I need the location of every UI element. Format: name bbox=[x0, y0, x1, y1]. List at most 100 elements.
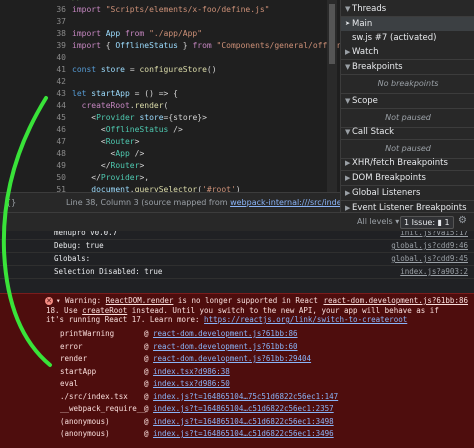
stack-function-name: __webpack_require__ bbox=[60, 404, 146, 413]
code-token: "Scripts/elements/x-foo/define.js" bbox=[105, 5, 270, 14]
console-source-link[interactable]: index.js?a903:2 bbox=[400, 266, 468, 278]
code-text: import { OfflineStatus } from "Component… bbox=[72, 40, 340, 52]
code-token: () bbox=[206, 65, 217, 74]
breakpoints-section[interactable]: ▼ Breakpoints bbox=[341, 60, 474, 75]
stack-source-link[interactable]: index.js?t=164865104…c51d6822c56ec1:3498 bbox=[153, 417, 334, 426]
line-number[interactable]: 43 bbox=[0, 88, 66, 100]
stack-source-link[interactable]: index.js?t=164865104…c51d6822c56ec1:2357 bbox=[153, 404, 334, 413]
global-listeners-section[interactable]: ▶ Global Listeners bbox=[341, 186, 474, 201]
line-number[interactable]: 38 bbox=[0, 28, 66, 40]
stack-function-name: eval bbox=[60, 379, 79, 388]
stack-source-link[interactable]: index.tsx?d986:50 bbox=[153, 379, 230, 388]
line-number[interactable]: 44 bbox=[0, 100, 66, 112]
line-number[interactable]: 46 bbox=[0, 124, 66, 136]
thread-sw[interactable]: sw.js #7 (activated) bbox=[341, 31, 474, 45]
console-row: Selection Disabled: true index.js?a903:2 bbox=[0, 266, 474, 279]
code-token: let bbox=[72, 89, 92, 98]
code-token: App bbox=[105, 29, 125, 38]
chevron-right-icon: ▶ bbox=[345, 48, 351, 56]
editor-status-bar: {} Line 38, Column 3 (source mapped from… bbox=[0, 192, 364, 213]
code-token: ( bbox=[163, 101, 169, 110]
at-sign: @ bbox=[144, 329, 154, 338]
xhr-breakpoints-section[interactable]: ▶ XHR/fetch Breakpoints bbox=[341, 156, 474, 171]
line-number[interactable]: 36 bbox=[0, 4, 66, 16]
chevron-down-icon: ▼ bbox=[345, 5, 351, 13]
at-sign: @ bbox=[144, 416, 154, 426]
stack-source-link[interactable]: react-dom.development.js?61bb:60 bbox=[153, 342, 298, 351]
line-number[interactable]: 42 bbox=[0, 76, 66, 88]
console-source-link[interactable]: global.js?cdd9:45 bbox=[391, 253, 468, 265]
at-sign: @ bbox=[144, 366, 154, 376]
watch-section[interactable]: ▶ Watch bbox=[341, 45, 474, 60]
code-line: 51 document.querySelector('#root') bbox=[0, 184, 340, 192]
code-token: App bbox=[115, 149, 135, 158]
line-number[interactable]: 45 bbox=[0, 112, 66, 124]
gear-icon[interactable]: ⚙ bbox=[458, 215, 467, 226]
debugger-sidebar: ▼ Threads ➤ Main sw.js #7 (activated) ▶ Wat… bbox=[340, 0, 474, 212]
code-line: 45 <Provider store={store}> bbox=[0, 112, 340, 124]
line-number[interactable]: 41 bbox=[0, 64, 66, 76]
code-token: querySelector bbox=[134, 185, 198, 192]
code-token: Router bbox=[110, 161, 140, 170]
stack-frame: printWarning @ react-dom.development.js?6… bbox=[60, 328, 298, 340]
console-row: menupro v0.0.7 init.js?va15:17 bbox=[0, 231, 474, 240]
code-token: = () => { bbox=[134, 89, 178, 98]
code-token: < bbox=[72, 137, 106, 146]
code-editor[interactable]: 35// CUSTOM ELEMENTS36import "Scripts/el… bbox=[0, 0, 340, 192]
stack-source-link[interactable]: index.js?t=164865104…75c51d6822c56ec1:14… bbox=[153, 392, 338, 401]
stack-source-link[interactable]: react-dom.development.js?61bb:29404 bbox=[153, 354, 311, 363]
line-number[interactable]: 39 bbox=[0, 40, 66, 52]
code-text: <Router> bbox=[72, 136, 140, 148]
code-token: { bbox=[105, 41, 116, 50]
code-token: /> bbox=[134, 149, 145, 158]
line-number[interactable]: 50 bbox=[0, 172, 66, 184]
code-token: < bbox=[72, 125, 106, 134]
editor-scroll-thumb[interactable] bbox=[329, 4, 335, 64]
code-token: // CUSTOM ELEMENTS bbox=[72, 0, 159, 2]
code-token: ) bbox=[235, 185, 241, 192]
console-source-link[interactable]: init.js?va15:17 bbox=[400, 231, 468, 239]
stack-source-link[interactable]: index.tsx?d986:38 bbox=[153, 367, 230, 376]
dom-breakpoints-section[interactable]: ▶ DOM Breakpoints bbox=[341, 171, 474, 186]
code-token: /> bbox=[173, 125, 183, 134]
code-line: 49 </Router> bbox=[0, 160, 340, 172]
line-number[interactable]: 47 bbox=[0, 136, 66, 148]
code-text: <App /> bbox=[72, 148, 145, 160]
code-line: 39 import { OfflineStatus } from "Compone… bbox=[0, 40, 340, 52]
at-sign: @ bbox=[144, 429, 154, 438]
stack-source-link[interactable]: index.js?t=164865104…c51d6822c56ec1:3496 bbox=[153, 429, 334, 438]
stack-source-link[interactable]: react-dom.development.js?61bb:86 bbox=[153, 329, 298, 338]
scope-section[interactable]: ▼ Scope bbox=[341, 94, 474, 109]
pretty-print-button[interactable]: {} bbox=[6, 193, 16, 213]
call-stack-section[interactable]: ▼ Call Stack bbox=[341, 125, 474, 140]
issues-button[interactable]: 1 Issue: ▮ 1 bbox=[400, 216, 454, 229]
code-token: > bbox=[134, 137, 140, 146]
console-message: Selection Disabled: true bbox=[54, 267, 163, 276]
code-line: 38 import App from "./app/App" bbox=[0, 28, 340, 40]
stack-frame: startApp @ index.tsx?d986:38 bbox=[60, 366, 230, 378]
createroot-docs-link[interactable]: https://reactjs.org/link/switch-to-creat… bbox=[204, 315, 407, 324]
at-sign: @ bbox=[144, 379, 154, 388]
line-number[interactable]: 48 bbox=[0, 148, 66, 160]
threads-section[interactable]: ▼ Threads bbox=[341, 2, 474, 17]
line-number[interactable]: 49 bbox=[0, 160, 66, 172]
line-number[interactable]: 51 bbox=[0, 184, 66, 192]
current-thread-icon: ➤ bbox=[345, 20, 351, 27]
event-listener-breakpoints-section[interactable]: ▶ Event Listener Breakpoints bbox=[341, 201, 474, 212]
line-number[interactable]: 37 bbox=[0, 16, 66, 28]
stack-frame: __webpack_require__@ index.js?t=16486510… bbox=[60, 403, 334, 415]
code-line: 42 bbox=[0, 76, 340, 88]
log-levels-dropdown[interactable]: All levels ▾ bbox=[357, 217, 399, 226]
stack-function-name: startApp bbox=[60, 366, 97, 376]
warning-source-link[interactable]: react-dom.development.js?61bb:86 bbox=[324, 296, 469, 305]
code-token: OfflineStatus bbox=[115, 41, 183, 50]
line-number[interactable]: 40 bbox=[0, 52, 66, 64]
console-source-link[interactable]: global.js?cdd9:46 bbox=[391, 240, 468, 252]
code-text: let startApp = () => { bbox=[72, 88, 178, 100]
code-token: "./app/App" bbox=[149, 29, 203, 38]
error-message[interactable]: ✕ ▾ Warning: ReactDOM.render is no longe… bbox=[0, 293, 474, 448]
thread-main[interactable]: ➤ Main bbox=[341, 17, 474, 31]
error-icon: ✕ bbox=[45, 297, 53, 305]
